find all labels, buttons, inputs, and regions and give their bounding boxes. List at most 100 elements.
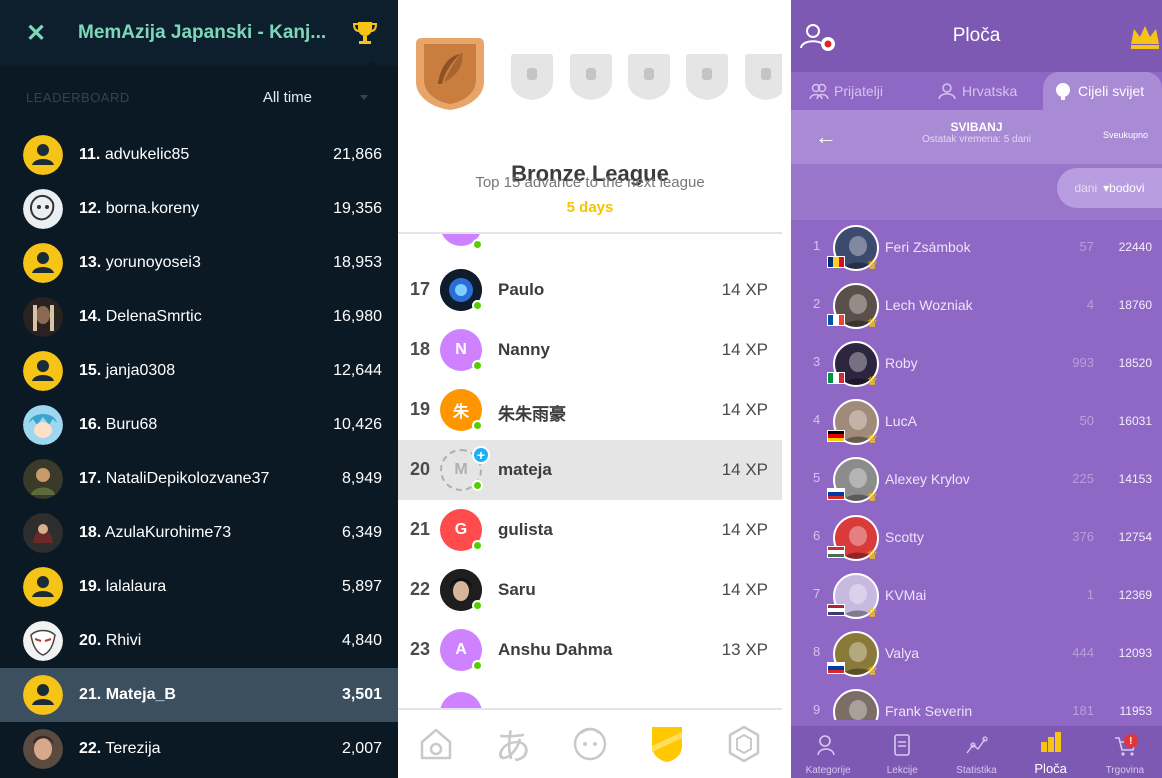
tab-whole-world[interactable]: Cijeli svijet [1043,72,1162,110]
tab-whole-world-label: Cijeli svijet [1078,83,1145,99]
ranking-username: KVMai [885,587,927,603]
ranking-row[interactable]: 5 ♛ Alexey Krylov 225 14153 [791,452,1162,510]
nav-shop[interactable]: Trgovina! [1090,726,1160,778]
ranking-row[interactable]: 8 ♛ Valya 444 12093 [791,626,1162,684]
trophy-icon[interactable] [350,18,380,48]
close-icon[interactable]: ✕ [26,19,56,48]
world-ranking-list: 1 ♛ Feri Zsámbok 57 22440 2 ♛ Lech Wozniak 4 1876… [791,220,1162,720]
tab-croatia-label: Hrvatska [962,83,1018,99]
sort-points[interactable]: ▾bodovi [1103,181,1144,195]
ranking-row[interactable]: 2 ♛ Lech Wozniak 4 18760 [791,278,1162,336]
globe-icon [1056,83,1070,100]
ranking-days: 4 [1086,297,1094,312]
leaderboard-row[interactable]: 12. borna.koreny 19,356 [0,182,398,236]
online-indicator [472,540,483,551]
online-indicator [472,360,483,371]
avatar-initial: M [454,461,468,478]
league-badges [414,34,782,114]
leaderboard-row[interactable]: 22. Terezija 2,007 [0,722,398,776]
leaderboard-username: borna.koreny [105,200,200,217]
avatar [23,243,63,283]
ranking-position: 6 [813,528,821,543]
nav-lessons[interactable]: Lekcije [867,726,937,778]
time-filter-select[interactable]: All time [263,89,312,106]
add-friend-icon[interactable]: + [472,446,490,464]
leaderboard-rank: 12. [79,200,102,217]
nav-label: Kategorije [805,765,851,776]
leaderboard-user: 13. yorunoyosei3 [79,254,201,272]
league-row[interactable]: 18 N Nanny 14 XP [398,320,782,380]
ranking-row[interactable]: 9♛Frank Severin18111953 [791,684,1162,720]
leaderboard-rank: 17. [79,470,102,487]
leaderboard-row[interactable]: 17. NataliDepikolozvane37 8,949 [0,452,398,506]
chevron-down-icon[interactable] [360,94,368,100]
nav-categories[interactable]: Kategorije [793,726,863,778]
leaderboard-score: 4,840 [341,632,382,649]
leaderboard-rank: 13. [79,254,102,271]
leaderboard-username: Mateja_B [105,686,176,703]
lessons-icon [889,733,915,765]
leaderboard-row[interactable]: 15. janja0308 12,644 [0,344,398,398]
flag-icon [827,372,845,384]
leaderboard-rank: 20. [79,632,102,649]
leagues-icon[interactable] [644,721,690,767]
nav-label: Ploča [1034,761,1067,776]
course-title: MemAzija Japanski - Kanj... [78,22,327,43]
ranking-username: Scotty [885,529,924,545]
home-icon[interactable] [413,721,459,767]
bottom-navigation: あ [398,708,782,778]
avatar [23,189,63,229]
leaderboard-row[interactable]: 16. Buru68 10,426 [0,398,398,452]
leaderboard-row[interactable]: 13. yorunoyosei3 18,953 [0,236,398,290]
leaderboard-row[interactable]: 18. AzulaKurohime73 6,349 [0,506,398,560]
locked-league-badge-icon [628,54,670,100]
crown-icon: ♛ [867,316,878,330]
ranking-points: 18760 [1118,298,1152,312]
tab-friends[interactable]: Prijatelji [809,72,883,110]
nav-board[interactable]: Ploča [1016,726,1086,778]
online-indicator [472,480,483,491]
ranking-row[interactable]: 7 ♛ KVMai 1 12369 [791,568,1162,626]
leaderboard-row[interactable]: 19. lalalaura 5,897 [0,560,398,614]
league-xp: 13 XP [721,640,768,659]
tab-croatia[interactable]: Hrvatska [937,72,1017,110]
ranking-row[interactable]: 6 ♛ Scotty 376 12754 [791,510,1162,568]
league-row[interactable]: 20 M + mateja 14 XP [398,440,782,500]
ranking-position: 3 [813,354,821,369]
crown-icon[interactable] [1128,22,1162,52]
leaderboard-label: LEADERBOARD [26,89,130,105]
leaderboard-username: Buru68 [105,416,158,433]
league-row[interactable]: 23 A Anshu Dahma 13 XP [398,620,782,680]
league-row[interactable]: 19 朱 朱朱雨豪 14 XP [398,380,782,440]
store-icon[interactable] [721,721,767,767]
leaderboard-user: 12. borna.koreny [79,200,199,218]
avatar-initial: N [455,341,467,358]
ranking-row[interactable]: 4 ♛ LucA 50 16031 [791,394,1162,452]
leaderboard-row[interactable]: 20. Rhivi 4,840 [0,614,398,668]
bottom-navigation: Kategorije Lekcije Statistika Ploča Trgovina… [791,726,1162,778]
flag-icon [827,256,845,268]
leaderboard-row[interactable]: 11. advukelic85 21,866 [0,128,398,182]
sort-toggle[interactable]: dani ▾bodovi [1057,168,1162,208]
leaderboard-row[interactable]: 14. DelenaSmrtic 16,980 [0,290,398,344]
profile-icon[interactable] [567,721,613,767]
leaderboard-row[interactable]: 21. Mateja_B 3,501 [0,668,398,722]
ranking-days: 993 [1072,355,1094,370]
avatar-initial: G [454,521,468,538]
nav-statistics[interactable]: Statistika [941,726,1011,778]
total-toggle[interactable]: Sveukupno [1103,130,1148,140]
ranking-row[interactable]: 3 ♛ Roby 993 18520 [791,336,1162,394]
avatar [23,405,63,445]
flag-icon [827,546,845,558]
league-row[interactable]: 21 Ggulista 14 XP [398,500,782,560]
locked-league-badge-icon [570,54,612,100]
ranking-row[interactable]: 1 ♛ Feri Zsámbok 57 22440 [791,220,1162,278]
league-row[interactable]: 17 Paulo 14 XP [398,260,782,320]
flag-icon [827,430,845,442]
leaderboard-username: NataliDepikolozvane37 [105,470,270,487]
hiragana-icon[interactable]: あ [490,721,536,767]
online-indicator [472,600,483,611]
sort-days[interactable]: dani [1074,181,1097,195]
composite-screenshot: ✕ MemAzija Japanski - Kanj... LEADERBOAR… [0,0,1162,778]
league-row[interactable]: 22 Saru 14 XP [398,560,782,620]
